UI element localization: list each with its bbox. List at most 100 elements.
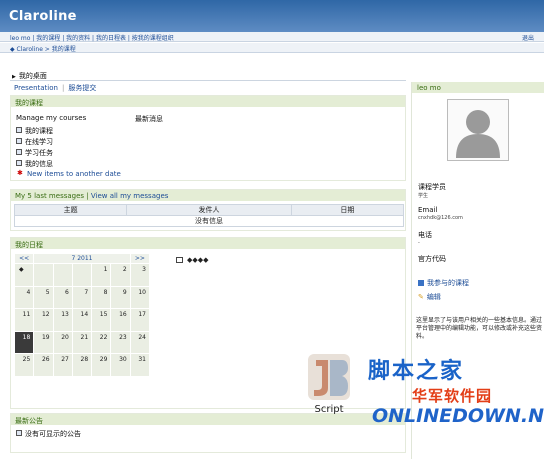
app-logo[interactable]: Claroline [9,9,77,24]
course-link[interactable]: 在线学习 [25,137,53,147]
calendar-day[interactable]: 7 [71,285,93,310]
next-month-button[interactable]: >> [129,253,151,264]
profile-description: 这里显示了与该用户相关的一些基本信息。通过平台管理中的编辑功能，可以修改或补充这… [416,317,543,340]
breadcrumb: ◆ Claroline > 我的课程 [0,43,544,53]
calendar-day[interactable]: 15 [91,308,112,332]
jiaoben-watermark: 脚本之家 [368,359,465,384]
calendar-day[interactable] [33,263,54,287]
calendar-day[interactable]: 27 [52,353,73,377]
calendar-day[interactable]: 26 [33,353,54,377]
course-icon [16,149,22,155]
prev-month-button[interactable]: << [13,253,35,264]
logout-link[interactable]: 退出 [522,33,534,42]
email-label: Email [418,206,438,214]
calendar-day[interactable]: 6 [52,285,73,310]
manage-courses-row[interactable]: 我参与的课程 [418,278,469,288]
calendar-day[interactable]: 4 [13,285,35,310]
calendar-day[interactable]: 9 [110,285,131,310]
calendar-month: 7 2011 [33,253,131,264]
top-navigation: leo mo | 我的课程 | 我的资料 | 我的日程表 | 按我的课程组织 退… [0,32,544,42]
manage-courses-link[interactable]: 我参与的课程 [427,279,469,287]
page-title-text: 我的桌面 [18,72,47,80]
calendar-day[interactable] [52,263,73,287]
calendar-day[interactable]: 3 [129,263,151,287]
tab-services[interactable]: 服务提交 [68,84,96,92]
course-link[interactable]: 学习任务 [25,148,53,158]
tab-bar: Presentation | 服务提交 [14,83,96,93]
jb-script-label: Script [314,404,343,415]
calendar-day[interactable]: 19 [33,330,54,355]
calendar-day[interactable]: 20 [52,330,73,355]
calendar-day[interactable]: 28 [71,353,93,377]
empty-messages: 没有信息 [14,215,404,227]
calendar-day[interactable]: 5 [33,285,54,310]
calendar-day[interactable]: 14 [71,308,93,332]
mini-calendar: << 7 2011 >> ◆ 1 2 3 4 5 6 7 8 9 10 11 1… [13,253,151,377]
course-icon [16,160,22,166]
list-icon [418,280,424,286]
calendar-day[interactable]: 30 [110,353,131,377]
column-header[interactable]: 主题 [13,204,128,216]
calendar-day[interactable]: 12 [33,308,54,332]
event-icon [176,257,183,263]
course-icon [16,138,22,144]
calendar-day[interactable]: 16 [110,308,131,332]
tab-separator: | [61,84,65,92]
courses-panel: 我的课程 Manage my courses 最新消息 我的课程 在线学习 学习… [10,95,406,181]
phone-label: 电话 [418,231,432,239]
avatar [447,99,509,161]
announcements-panel: 最新公告 没有可显示的公告 [10,413,406,453]
role-label: 课程学员 [418,183,446,191]
calendar-day[interactable]: 24 [129,330,151,355]
tab-presentation[interactable]: Presentation [14,84,58,92]
announcement-icon [16,430,22,436]
edit-profile-row[interactable]: ✎ 编辑 [418,292,441,302]
calendar-day[interactable]: 17 [129,308,151,332]
edit-profile-link[interactable]: 编辑 [427,293,441,301]
jb51-watermark-logo: Script [308,354,350,415]
calendar-day[interactable]: 23 [110,330,131,355]
email-value[interactable]: cnxhdk@126.com [418,215,463,221]
top-nav-links[interactable]: leo mo | 我的课程 | 我的资料 | 我的日程表 | 按我的课程组织 [10,33,174,42]
announcement-link[interactable]: 没有可显示的公告 [25,429,81,439]
calendar-day-today[interactable]: 18 [13,330,35,355]
onlinedown-watermark-text: ONLINEDOWN.NET [372,405,544,427]
messages-heading: My 5 last messages | View all my message… [11,190,405,201]
manage-courses-link[interactable]: Manage my courses [16,114,86,122]
calendar-day[interactable]: 1 [91,263,112,287]
calendar-day[interactable]: 22 [91,330,112,355]
calendar-day[interactable]: 29 [91,353,112,377]
calendar-event[interactable]: ◆◆◆◆ [176,256,209,264]
calendar-day[interactable]: 31 [129,353,151,377]
course-link[interactable]: 我的信息 [25,159,53,169]
calendar-day[interactable]: 25 [13,353,35,377]
phone-value: - [418,240,420,246]
pencil-icon: ✎ [418,293,424,301]
messages-heading-text: My 5 last messages [15,192,85,200]
course-link[interactable]: 我的课程 [25,126,53,136]
header-banner: Claroline [0,0,544,32]
calendar-day[interactable]: 21 [71,330,93,355]
event-label[interactable]: ◆◆◆◆ [187,256,209,264]
calendar-day[interactable]: 10 [129,285,151,310]
calendar-marker-icon: ◆ [13,263,35,287]
column-header[interactable]: 日期 [290,204,405,216]
recent-label: 最新消息 [135,115,163,123]
course-icon [16,127,22,133]
new-items-link[interactable]: New items to another date [27,170,121,178]
messages-table: 主题 发件人 日期 没有信息 [13,204,405,227]
calendar-day[interactable]: 13 [52,308,73,332]
calendar-day[interactable]: 11 [13,308,35,332]
role-value: 学生 [418,193,429,199]
calendar-day[interactable]: 2 [110,263,131,287]
view-all-messages-link[interactable]: View all my messages [91,192,169,200]
breadcrumb-text[interactable]: ◆ Claroline > 我的课程 [10,44,76,53]
calendar-day[interactable] [71,263,93,287]
admin-code-label: 官方代码 [418,255,446,263]
hjrj-watermark-text: 华军软件园 [412,387,493,405]
divider [10,80,406,81]
calendar-day[interactable]: 8 [91,285,112,310]
new-marker-icon: ✱ [17,169,23,177]
column-header[interactable]: 发件人 [126,204,292,216]
calendar-heading: 我的日程 [11,238,405,249]
